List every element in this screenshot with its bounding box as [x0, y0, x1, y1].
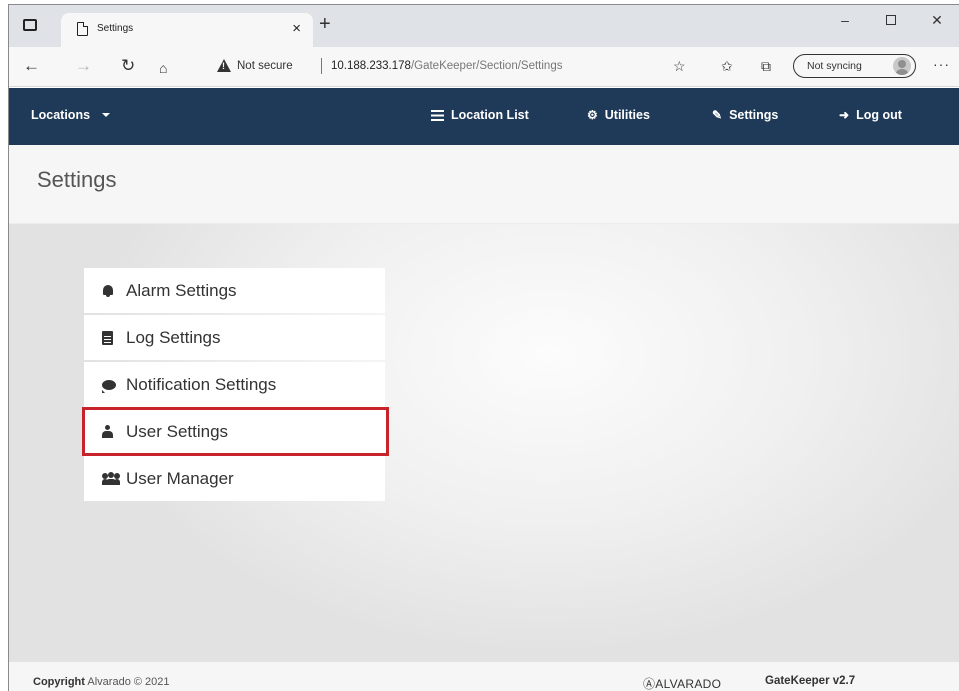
bell-icon	[102, 284, 114, 297]
browser-window: Settings × + – ✕ ← → ↻ ⌂ Not secure 10.1…	[8, 4, 959, 691]
sync-label: Not syncing	[807, 60, 862, 72]
nav-location-list[interactable]: Location List	[431, 108, 529, 122]
not-secure-label[interactable]: Not secure	[237, 60, 293, 72]
profile-avatar-icon	[893, 57, 911, 75]
window-controls: – ✕	[822, 5, 959, 35]
home-icon[interactable]: ⌂	[159, 58, 167, 78]
menu-item-notification-settings[interactable]: Notification Settings	[84, 362, 385, 407]
copyright-text: Copyright Alvarado © 2021	[33, 676, 170, 688]
menu-item-label: Alarm Settings	[126, 280, 237, 300]
sign-out-icon: ➜	[839, 108, 850, 122]
nav-settings-label: Settings	[729, 108, 779, 122]
app-version: GateKeeper v2.7	[765, 675, 856, 687]
locations-dropdown[interactable]: Locations	[31, 108, 111, 122]
comment-icon	[102, 379, 116, 393]
copyright-bold: Copyright	[33, 676, 85, 688]
app-navbar: Locations Location List ⚙ Utilities ✎ Se…	[9, 88, 959, 145]
nav-log-out[interactable]: ➜ Log out	[839, 108, 902, 122]
menu-item-label: User Manager	[126, 468, 234, 488]
user-icon	[102, 425, 113, 438]
page-icon	[77, 22, 88, 36]
collections-icon[interactable]: ⧉	[761, 58, 771, 75]
locations-label: Locations	[31, 108, 91, 122]
maximize-button[interactable]	[868, 5, 914, 35]
address-separator	[321, 58, 322, 74]
browser-tab-settings[interactable]: Settings ×	[61, 13, 313, 47]
nav-settings[interactable]: ✎ Settings	[712, 108, 778, 122]
caret-down-icon	[102, 113, 111, 117]
menu-item-log-settings[interactable]: Log Settings	[84, 315, 385, 360]
forward-arrow-icon[interactable]: →	[75, 56, 92, 76]
nav-location-list-label: Location List	[451, 108, 529, 122]
favorites-icon[interactable]: ✩	[721, 58, 733, 75]
settings-content: Alarm Settings Log Settings Notification…	[9, 224, 959, 661]
menu-item-label: Log Settings	[126, 327, 221, 347]
url-host: 10.188.233.178	[331, 60, 411, 72]
settings-menu: Alarm Settings Log Settings Notification…	[82, 268, 389, 503]
nav-log-out-label: Log out	[856, 108, 902, 122]
maximize-icon	[886, 15, 896, 25]
more-menu-icon[interactable]: ···	[933, 56, 950, 72]
menu-item-user-manager[interactable]: User Manager	[84, 456, 385, 501]
tab-close-icon[interactable]: ×	[292, 20, 301, 37]
tab-actions-icon[interactable]	[23, 19, 37, 31]
new-tab-button[interactable]: +	[319, 14, 331, 34]
page-footer: Copyright Alvarado © 2021 ⒶALVARADO Gate…	[9, 661, 959, 691]
copyright-rest: Alvarado © 2021	[84, 676, 170, 688]
nav-utilities[interactable]: ⚙ Utilities	[587, 108, 650, 122]
file-icon	[102, 330, 113, 345]
menu-item-label: Notification Settings	[126, 374, 277, 394]
url-path: /GateKeeper/Section/Settings	[410, 60, 563, 72]
url-field[interactable]: 10.188.233.178/GateKeeper/Section/Settin…	[331, 60, 562, 72]
brand-logo: ⒶALVARADO	[643, 677, 722, 691]
tab-title: Settings	[97, 23, 134, 34]
page-header: Settings	[9, 145, 959, 224]
tab-strip: Settings × + – ✕	[9, 5, 959, 47]
menu-item-user-settings[interactable]: User Settings	[82, 407, 389, 456]
read-aloud-icon[interactable]: ☆	[673, 58, 686, 75]
reload-icon[interactable]: ↻	[121, 56, 135, 76]
nav-utilities-label: Utilities	[604, 108, 650, 122]
page-title: Settings	[37, 167, 117, 192]
minimize-button[interactable]: –	[822, 5, 868, 35]
back-arrow-icon[interactable]: ←	[23, 56, 40, 76]
profile-sync-button[interactable]: Not syncing	[793, 54, 916, 78]
list-icon	[431, 109, 444, 121]
menu-item-alarm-settings[interactable]: Alarm Settings	[84, 268, 385, 313]
users-icon	[102, 472, 120, 485]
address-bar-row: ← → ↻ ⌂ Not secure 10.188.233.178/GateKe…	[9, 47, 959, 87]
wrench-icon: ✎	[712, 108, 723, 122]
menu-item-label: User Settings	[126, 421, 229, 441]
close-window-button[interactable]: ✕	[914, 5, 959, 35]
warning-icon[interactable]	[217, 59, 231, 72]
cogs-icon: ⚙	[587, 108, 598, 122]
